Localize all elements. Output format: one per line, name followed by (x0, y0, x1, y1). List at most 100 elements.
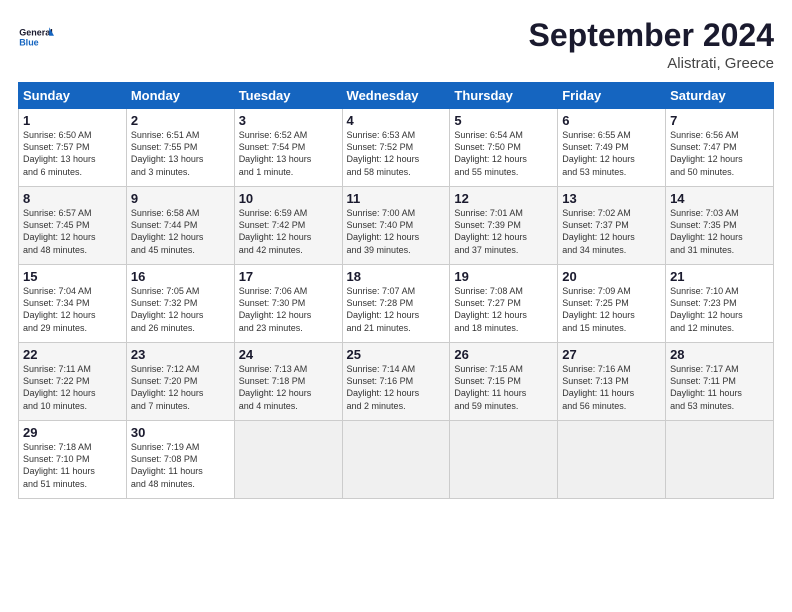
day-info: Sunrise: 7:03 AM Sunset: 7:35 PM Dayligh… (670, 207, 769, 256)
day-info: Sunrise: 6:51 AM Sunset: 7:55 PM Dayligh… (131, 129, 230, 178)
month-title: September 2024 (529, 18, 774, 53)
day-info: Sunrise: 7:02 AM Sunset: 7:37 PM Dayligh… (562, 207, 661, 256)
day-info: Sunrise: 7:06 AM Sunset: 7:30 PM Dayligh… (239, 285, 338, 334)
col-header-wednesday: Wednesday (342, 83, 450, 109)
calendar-cell: 8Sunrise: 6:57 AM Sunset: 7:45 PM Daylig… (19, 187, 127, 265)
day-info: Sunrise: 6:52 AM Sunset: 7:54 PM Dayligh… (239, 129, 338, 178)
calendar-cell: 7Sunrise: 6:56 AM Sunset: 7:47 PM Daylig… (666, 109, 774, 187)
day-number: 1 (23, 113, 122, 128)
day-info: Sunrise: 7:16 AM Sunset: 7:13 PM Dayligh… (562, 363, 661, 412)
logo: General Blue (18, 18, 54, 54)
week-row-1: 1Sunrise: 6:50 AM Sunset: 7:57 PM Daylig… (19, 109, 774, 187)
day-number: 22 (23, 347, 122, 362)
day-info: Sunrise: 7:07 AM Sunset: 7:28 PM Dayligh… (347, 285, 446, 334)
day-number: 29 (23, 425, 122, 440)
week-row-5: 29Sunrise: 7:18 AM Sunset: 7:10 PM Dayli… (19, 421, 774, 499)
title-block: September 2024 Alistrati, Greece (529, 18, 774, 72)
day-number: 15 (23, 269, 122, 284)
day-number: 14 (670, 191, 769, 206)
day-info: Sunrise: 7:09 AM Sunset: 7:25 PM Dayligh… (562, 285, 661, 334)
calendar-table: SundayMondayTuesdayWednesdayThursdayFrid… (18, 82, 774, 499)
day-number: 20 (562, 269, 661, 284)
calendar-cell: 11Sunrise: 7:00 AM Sunset: 7:40 PM Dayli… (342, 187, 450, 265)
day-info: Sunrise: 7:04 AM Sunset: 7:34 PM Dayligh… (23, 285, 122, 334)
calendar-cell: 29Sunrise: 7:18 AM Sunset: 7:10 PM Dayli… (19, 421, 127, 499)
day-number: 6 (562, 113, 661, 128)
day-info: Sunrise: 7:17 AM Sunset: 7:11 PM Dayligh… (670, 363, 769, 412)
col-header-thursday: Thursday (450, 83, 558, 109)
day-info: Sunrise: 7:01 AM Sunset: 7:39 PM Dayligh… (454, 207, 553, 256)
day-info: Sunrise: 7:08 AM Sunset: 7:27 PM Dayligh… (454, 285, 553, 334)
day-number: 30 (131, 425, 230, 440)
svg-text:Blue: Blue (19, 37, 39, 47)
calendar-cell (558, 421, 666, 499)
day-number: 27 (562, 347, 661, 362)
day-info: Sunrise: 7:19 AM Sunset: 7:08 PM Dayligh… (131, 441, 230, 490)
calendar-cell: 15Sunrise: 7:04 AM Sunset: 7:34 PM Dayli… (19, 265, 127, 343)
location: Alistrati, Greece (529, 55, 774, 72)
day-info: Sunrise: 6:57 AM Sunset: 7:45 PM Dayligh… (23, 207, 122, 256)
week-row-3: 15Sunrise: 7:04 AM Sunset: 7:34 PM Dayli… (19, 265, 774, 343)
calendar-cell (342, 421, 450, 499)
day-info: Sunrise: 7:11 AM Sunset: 7:22 PM Dayligh… (23, 363, 122, 412)
day-number: 25 (347, 347, 446, 362)
calendar-cell: 5Sunrise: 6:54 AM Sunset: 7:50 PM Daylig… (450, 109, 558, 187)
svg-text:General: General (19, 28, 53, 38)
calendar-cell: 2Sunrise: 6:51 AM Sunset: 7:55 PM Daylig… (126, 109, 234, 187)
day-info: Sunrise: 6:59 AM Sunset: 7:42 PM Dayligh… (239, 207, 338, 256)
calendar-cell: 12Sunrise: 7:01 AM Sunset: 7:39 PM Dayli… (450, 187, 558, 265)
calendar-cell: 16Sunrise: 7:05 AM Sunset: 7:32 PM Dayli… (126, 265, 234, 343)
day-number: 23 (131, 347, 230, 362)
calendar-cell (450, 421, 558, 499)
calendar-cell: 28Sunrise: 7:17 AM Sunset: 7:11 PM Dayli… (666, 343, 774, 421)
day-info: Sunrise: 7:00 AM Sunset: 7:40 PM Dayligh… (347, 207, 446, 256)
col-header-monday: Monday (126, 83, 234, 109)
day-number: 7 (670, 113, 769, 128)
day-number: 16 (131, 269, 230, 284)
day-info: Sunrise: 6:50 AM Sunset: 7:57 PM Dayligh… (23, 129, 122, 178)
day-info: Sunrise: 7:05 AM Sunset: 7:32 PM Dayligh… (131, 285, 230, 334)
calendar-cell (234, 421, 342, 499)
calendar-cell: 26Sunrise: 7:15 AM Sunset: 7:15 PM Dayli… (450, 343, 558, 421)
day-info: Sunrise: 6:53 AM Sunset: 7:52 PM Dayligh… (347, 129, 446, 178)
day-number: 19 (454, 269, 553, 284)
day-number: 17 (239, 269, 338, 284)
calendar-cell: 19Sunrise: 7:08 AM Sunset: 7:27 PM Dayli… (450, 265, 558, 343)
calendar-cell: 1Sunrise: 6:50 AM Sunset: 7:57 PM Daylig… (19, 109, 127, 187)
calendar-cell: 24Sunrise: 7:13 AM Sunset: 7:18 PM Dayli… (234, 343, 342, 421)
day-number: 5 (454, 113, 553, 128)
calendar-cell: 9Sunrise: 6:58 AM Sunset: 7:44 PM Daylig… (126, 187, 234, 265)
calendar-cell: 6Sunrise: 6:55 AM Sunset: 7:49 PM Daylig… (558, 109, 666, 187)
calendar-cell: 23Sunrise: 7:12 AM Sunset: 7:20 PM Dayli… (126, 343, 234, 421)
calendar-cell: 18Sunrise: 7:07 AM Sunset: 7:28 PM Dayli… (342, 265, 450, 343)
calendar-cell: 14Sunrise: 7:03 AM Sunset: 7:35 PM Dayli… (666, 187, 774, 265)
day-info: Sunrise: 7:14 AM Sunset: 7:16 PM Dayligh… (347, 363, 446, 412)
day-number: 11 (347, 191, 446, 206)
logo-icon: General Blue (18, 18, 54, 54)
calendar-cell: 21Sunrise: 7:10 AM Sunset: 7:23 PM Dayli… (666, 265, 774, 343)
col-header-saturday: Saturday (666, 83, 774, 109)
calendar-cell: 10Sunrise: 6:59 AM Sunset: 7:42 PM Dayli… (234, 187, 342, 265)
day-number: 4 (347, 113, 446, 128)
day-number: 3 (239, 113, 338, 128)
calendar-cell: 3Sunrise: 6:52 AM Sunset: 7:54 PM Daylig… (234, 109, 342, 187)
calendar-cell: 27Sunrise: 7:16 AM Sunset: 7:13 PM Dayli… (558, 343, 666, 421)
day-info: Sunrise: 7:10 AM Sunset: 7:23 PM Dayligh… (670, 285, 769, 334)
calendar-cell: 17Sunrise: 7:06 AM Sunset: 7:30 PM Dayli… (234, 265, 342, 343)
day-number: 18 (347, 269, 446, 284)
day-info: Sunrise: 7:18 AM Sunset: 7:10 PM Dayligh… (23, 441, 122, 490)
day-number: 26 (454, 347, 553, 362)
day-number: 8 (23, 191, 122, 206)
day-number: 21 (670, 269, 769, 284)
col-header-tuesday: Tuesday (234, 83, 342, 109)
day-info: Sunrise: 7:15 AM Sunset: 7:15 PM Dayligh… (454, 363, 553, 412)
calendar-cell: 20Sunrise: 7:09 AM Sunset: 7:25 PM Dayli… (558, 265, 666, 343)
calendar-cell (666, 421, 774, 499)
calendar-cell: 30Sunrise: 7:19 AM Sunset: 7:08 PM Dayli… (126, 421, 234, 499)
col-header-sunday: Sunday (19, 83, 127, 109)
day-number: 10 (239, 191, 338, 206)
day-info: Sunrise: 7:13 AM Sunset: 7:18 PM Dayligh… (239, 363, 338, 412)
calendar-cell: 22Sunrise: 7:11 AM Sunset: 7:22 PM Dayli… (19, 343, 127, 421)
week-row-2: 8Sunrise: 6:57 AM Sunset: 7:45 PM Daylig… (19, 187, 774, 265)
calendar-cell: 25Sunrise: 7:14 AM Sunset: 7:16 PM Dayli… (342, 343, 450, 421)
